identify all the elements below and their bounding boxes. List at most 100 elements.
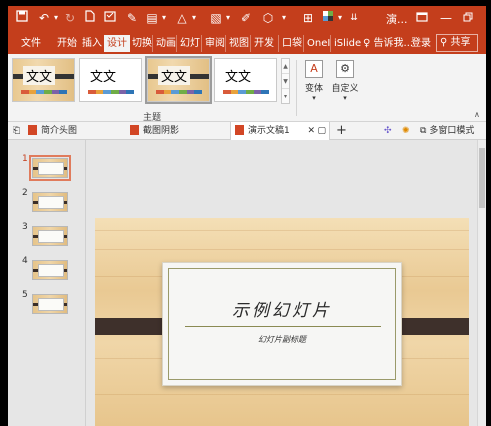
open-icon[interactable] bbox=[102, 10, 118, 26]
customize-toolbar-icon[interactable]: ⇊ bbox=[346, 10, 362, 26]
swatch bbox=[44, 90, 52, 94]
close-tab-icon[interactable]: ✕ bbox=[307, 122, 315, 140]
theme-wood-2[interactable]: 文文 bbox=[145, 56, 212, 104]
theme-wood-1[interactable]: 文文 bbox=[12, 58, 75, 102]
left-dark-band bbox=[95, 318, 172, 335]
theme-plain-1[interactable]: 文文 bbox=[79, 58, 142, 102]
swatch bbox=[59, 90, 68, 94]
settings-icon[interactable]: ✺ bbox=[402, 122, 410, 140]
wood-grain bbox=[95, 249, 469, 250]
document-tabs: ⎗ 简介头图 截图阴影 演示文稿1 ✕ ▢ + ✣ ✺ ⧉ 多窗口模式 bbox=[8, 122, 486, 140]
powerpoint-window: ↶ ▾ ↻ ✎ ▤ ▾ △ ▾ ▧ ▾ ✐ ⬡ ▾ ⊞ ▾ ⇊ 演... — 文… bbox=[8, 6, 486, 426]
arrange-dropdown-icon[interactable]: ▾ bbox=[220, 10, 236, 26]
thumb-card bbox=[38, 264, 64, 277]
windows-icon: ⧉ bbox=[420, 126, 427, 136]
slide-thumbnail-2[interactable] bbox=[32, 192, 68, 212]
variants-button[interactable]: A 变体 ▾ bbox=[299, 58, 329, 110]
swatch bbox=[156, 90, 164, 94]
slide-number: 1 bbox=[22, 154, 28, 164]
tell-me-search[interactable]: ♀ 告诉我... bbox=[360, 35, 416, 52]
thumb-card bbox=[38, 298, 64, 311]
tab-insert[interactable]: 插入 bbox=[79, 35, 105, 52]
customize-label: 自定义 bbox=[331, 84, 359, 94]
doc-tab-screenshot[interactable]: 截图阴影 bbox=[130, 122, 179, 140]
slide-number: 5 bbox=[22, 290, 28, 300]
tab-developer[interactable]: 开发 bbox=[250, 35, 277, 52]
theme-sample-text: 文文 bbox=[90, 70, 117, 85]
swatch bbox=[51, 90, 60, 94]
chevron-down-icon: ▾ bbox=[312, 94, 316, 102]
tab-slideshow[interactable]: 幻灯 bbox=[176, 35, 203, 52]
tab-restore-icon[interactable]: ▢ bbox=[317, 122, 326, 140]
shape-dropdown-icon[interactable]: ▾ bbox=[186, 10, 202, 26]
doc-tab-label: 截图阴影 bbox=[143, 126, 180, 136]
minimize-icon[interactable]: — bbox=[438, 10, 454, 26]
slide-subtitle[interactable]: 幻灯片副标题 bbox=[163, 334, 401, 345]
slide-thumbnail-4[interactable] bbox=[32, 260, 68, 280]
collapse-ribbon-icon[interactable]: ∧ bbox=[474, 110, 480, 119]
doc-tab-presentation1[interactable]: 演示文稿1 ✕ ▢ bbox=[230, 122, 330, 140]
redo-icon[interactable]: ↻ bbox=[62, 10, 78, 26]
swatch bbox=[28, 90, 37, 94]
slide-title[interactable]: 示例幻灯片 bbox=[163, 296, 401, 321]
slide-thumbnail-3[interactable] bbox=[32, 226, 68, 246]
layout-dropdown-icon[interactable]: ▾ bbox=[156, 10, 172, 26]
share-button[interactable]: ⚲ 共享 bbox=[436, 34, 478, 52]
ribbon-design: 文文 文文 文文 文文 ▲ ▼ ▾ 主题 A 变体 ▾ ⚙ 自定义 ▾ ∧ bbox=[8, 54, 486, 123]
tab-animations[interactable]: 动画 bbox=[152, 35, 179, 52]
tab-design[interactable]: 设计 bbox=[104, 35, 130, 52]
grid-icon[interactable]: ⊞ bbox=[300, 10, 316, 26]
tab-file[interactable]: 文件 bbox=[18, 35, 44, 52]
doc-tab-intro[interactable]: 简介头图 bbox=[28, 122, 77, 140]
swatch bbox=[36, 90, 45, 94]
slide-number: 4 bbox=[22, 256, 28, 266]
ribbon-display-icon[interactable] bbox=[414, 10, 430, 26]
swatch bbox=[103, 90, 112, 94]
multi-window-label: 多窗口模式 bbox=[429, 126, 475, 136]
dialog-dropdown-icon[interactable]: ▾ bbox=[276, 10, 292, 26]
thumb-card bbox=[38, 230, 64, 243]
wood-grain bbox=[95, 394, 469, 395]
swatch bbox=[111, 90, 119, 94]
swatch bbox=[194, 90, 203, 94]
swatch bbox=[95, 90, 104, 94]
theme-sample-text: 文文 bbox=[23, 66, 56, 85]
tab-pocket[interactable]: 口袋 bbox=[278, 35, 305, 52]
tool-icon[interactable]: ✣ bbox=[384, 122, 392, 140]
nav-back-icon[interactable]: ⎗ bbox=[13, 122, 20, 140]
ppt-file-icon bbox=[28, 124, 37, 135]
themes-gallery: 文文 文文 文文 文文 bbox=[12, 56, 282, 104]
save-icon[interactable] bbox=[14, 10, 30, 26]
lightbulb-icon: ♀ bbox=[363, 38, 371, 49]
person-icon: ⚲ bbox=[440, 37, 448, 48]
current-slide[interactable]: 示例幻灯片 幻灯片副标题 bbox=[95, 218, 469, 426]
tab-view[interactable]: 视图 bbox=[225, 35, 252, 52]
effect-icon[interactable]: ✐ bbox=[238, 10, 254, 26]
format-painter-icon[interactable]: ✎ bbox=[124, 10, 140, 26]
new-doc-icon[interactable] bbox=[82, 10, 98, 26]
gallery-up-icon[interactable]: ▲ bbox=[282, 59, 289, 74]
slide-thumbnail-5[interactable] bbox=[32, 294, 68, 314]
theme-swatches bbox=[223, 90, 270, 94]
tab-home[interactable]: 开始 bbox=[54, 35, 80, 52]
restore-icon[interactable] bbox=[460, 10, 476, 26]
doc-tab-label: 演示文稿1 bbox=[248, 126, 290, 136]
theme-sample-text: 文文 bbox=[225, 70, 252, 85]
theme-plain-2[interactable]: 文文 bbox=[214, 58, 277, 102]
swatch bbox=[223, 90, 231, 94]
new-tab-icon[interactable]: + bbox=[336, 122, 347, 140]
slide-thumbnail-1[interactable] bbox=[29, 155, 71, 181]
ppt-file-icon bbox=[130, 124, 139, 135]
customize-button[interactable]: ⚙ 自定义 ▾ bbox=[330, 58, 360, 110]
dialog-launcher-icon[interactable]: ⬡ bbox=[260, 10, 276, 26]
vertical-scrollbar[interactable] bbox=[477, 140, 486, 426]
login-link[interactable]: 登录 bbox=[411, 35, 431, 52]
gallery-down-icon[interactable]: ▼ bbox=[282, 74, 289, 89]
tab-onenote[interactable]: OneI bbox=[303, 35, 333, 52]
title-divider bbox=[185, 326, 381, 327]
gallery-more-icon[interactable]: ▾ bbox=[282, 89, 289, 104]
multi-window-button[interactable]: ⧉ 多窗口模式 bbox=[420, 122, 474, 140]
scrollbar-thumb[interactable] bbox=[479, 148, 485, 208]
swatch bbox=[163, 90, 172, 94]
tab-review[interactable]: 审阅 bbox=[201, 35, 228, 52]
